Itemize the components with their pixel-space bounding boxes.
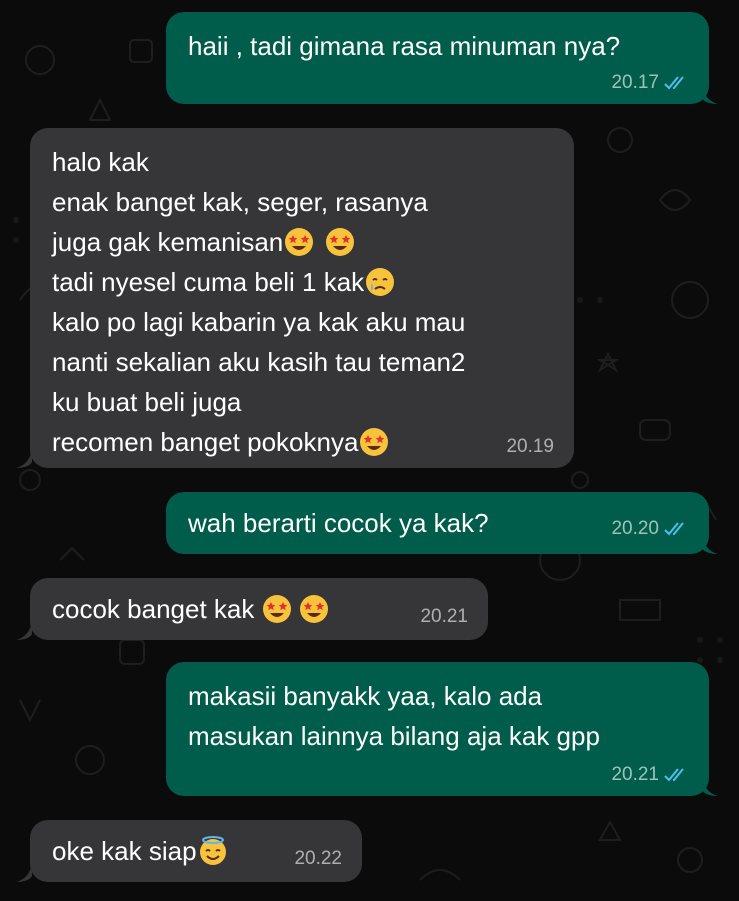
message-text: ku buat beli juga [52,387,242,417]
message-text-row: recomen banget pokoknya [52,422,552,462]
message-text: juga gak kemanisan [52,227,284,257]
message-time: 20.21 [420,606,468,627]
message-meta: 20.20 [611,518,689,540]
star-struck-emoji [285,228,314,256]
message-meta: 20.21 [420,606,468,628]
message-text: halo kak [52,147,149,177]
outgoing-message[interactable]: wah berarti cocok ya kak? 20.20 [166,492,709,554]
message-text: kalo po lagi kabarin ya kak aku mau [52,307,466,337]
message-text: tadi nyesel cuma beli 1 kak [52,267,365,297]
chat-thread: haii , tadi gimana rasa minuman nya? 20.… [0,0,739,901]
message-text: haii , tadi gimana rasa minuman nya? [188,31,621,61]
message-time: 20.17 [611,72,659,93]
outgoing-message[interactable]: haii , tadi gimana rasa minuman nya? 20.… [166,12,709,104]
incoming-message[interactable]: oke kak siap 20.22 [30,820,362,882]
message-text: makasii banyakk yaa, kalo ada [188,681,543,711]
double-check-read-icon [664,522,684,536]
double-check-read-icon [664,768,684,782]
star-struck-emoji [326,228,355,256]
bubble-tail [16,622,32,640]
message-meta: 20.19 [506,436,554,458]
message-text: oke kak siap [52,836,197,866]
star-struck-emoji [300,595,329,623]
bubble-tail [16,450,32,468]
bubble-tail [16,864,32,882]
message-text-row: tadi nyesel cuma beli 1 kak [52,262,552,302]
message-text: nanti sekalian aku kasih tau teman2 [52,347,466,377]
message-time: 20.20 [611,518,659,539]
message-text: masukan lainnya bilang aja kak gpp [188,721,600,751]
incoming-message[interactable]: cocok banget kak 20.21 [30,578,488,640]
message-text: cocok banget kak [52,594,255,624]
message-text-row: cocok banget kak [52,589,466,629]
message-text: recomen banget pokoknya [52,427,359,457]
message-time: 20.22 [294,848,342,869]
double-check-read-icon [664,76,684,90]
outgoing-message[interactable]: makasii banyakk yaa, kalo ada masukan la… [166,662,709,796]
message-meta: 20.17 [611,72,689,94]
message-time: 20.19 [506,436,554,457]
smiling-face-with-halo-emoji [199,836,226,865]
message-text: enak banget kak, seger, rasanya [52,187,428,217]
crying-face-emoji [366,268,395,296]
star-struck-emoji [360,428,389,456]
message-time: 20.21 [611,764,659,785]
bubble-tail [702,778,718,796]
incoming-message[interactable]: halo kak enak banget kak, seger, rasanya… [30,128,574,468]
message-meta: 20.21 [611,764,689,786]
message-meta: 20.22 [294,848,342,870]
bubble-tail [702,536,718,554]
message-text-row: juga gak kemanisan [52,222,552,262]
star-struck-emoji [263,595,292,623]
bubble-tail [702,86,718,104]
